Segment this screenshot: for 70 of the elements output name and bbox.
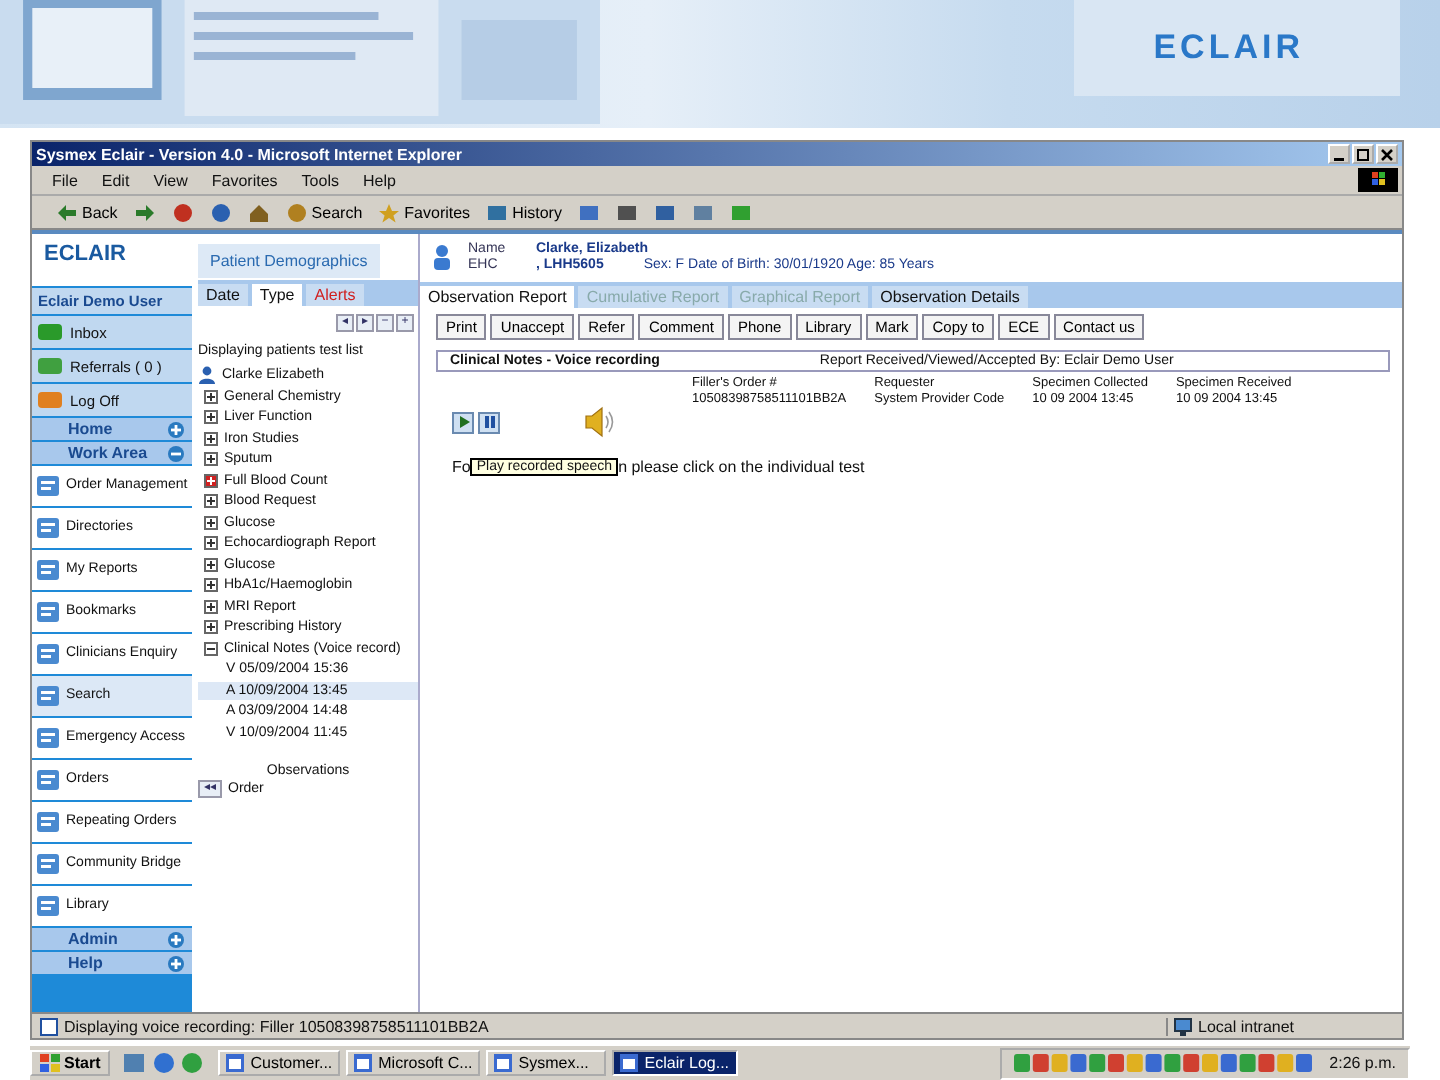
menu-item[interactable]: Help: [362, 171, 396, 189]
taskbar-button[interactable]: Sysmex...: [486, 1050, 607, 1076]
section-header[interactable]: Work Area: [32, 442, 192, 464]
slide-logo: ECLAIR: [1073, 0, 1400, 96]
window-icon: [226, 1054, 245, 1072]
module-icon: [36, 684, 60, 708]
module-icon: [36, 894, 60, 918]
speaker-icon: [584, 406, 616, 438]
maximize-button[interactable]: [1352, 144, 1374, 164]
report-tab[interactable]: Observation Details: [872, 286, 1028, 308]
window-icon: [354, 1054, 373, 1072]
module-icon: [36, 768, 60, 792]
section-header[interactable]: Help: [32, 952, 192, 974]
menu-item[interactable]: Edit: [101, 171, 130, 189]
instruction-text: n please click on the individual test: [618, 458, 865, 476]
close-button[interactable]: [1376, 144, 1398, 164]
module-icon: [36, 516, 60, 540]
pause-button[interactable]: [478, 411, 500, 433]
forward-icon: [133, 201, 156, 223]
module-icon: [36, 642, 60, 666]
report-tab[interactable]: Observation Report: [420, 286, 575, 308]
list-tab[interactable]: Type: [251, 284, 303, 306]
list-tab[interactable]: Date: [198, 284, 248, 306]
pause-icon: [483, 416, 495, 428]
play-icon: [457, 416, 469, 428]
play-button[interactable]: [452, 411, 474, 433]
module-icon: [36, 474, 60, 498]
menu-item[interactable]: Tools: [301, 171, 339, 189]
clock: 2:26 p.m.: [1329, 1054, 1396, 1072]
status-text: Displaying voice recording: Filler 10508398758511101BB2A: [64, 1017, 491, 1035]
patient-icon: [432, 244, 452, 272]
person-icon: [198, 366, 216, 385]
taskbar-button[interactable]: Microsoft C...: [346, 1050, 481, 1076]
window-title: Sysmex Eclair - Version 4.0 - Microsoft Internet Explorer: [36, 145, 464, 163]
taskbar-button[interactable]: Customer...: [218, 1050, 341, 1076]
taskbar-button[interactable]: Eclair Log...: [612, 1050, 738, 1076]
close-icon: [1380, 147, 1394, 161]
security-zone: Local intranet: [1198, 1017, 1295, 1035]
intranet-icon: [1174, 1017, 1192, 1035]
home-icon: [247, 201, 270, 223]
module-icon: [36, 726, 60, 750]
quick-launch-drawing: [124, 1052, 205, 1074]
menu-item[interactable]: File: [52, 171, 78, 189]
section-header[interactable]: Admin: [32, 928, 192, 950]
windows-logo-icon: [40, 1054, 60, 1072]
window-icon: [494, 1054, 513, 1072]
favorites-icon: [378, 201, 401, 223]
instruction-text: Fo: [452, 458, 471, 476]
module-icon: [36, 810, 60, 834]
minimize-button[interactable]: [1328, 144, 1350, 164]
menu-item[interactable]: Favorites: [211, 171, 278, 189]
module-icon: [36, 852, 60, 876]
windows-logo-icon: [1358, 168, 1398, 192]
eclair-logo: ECLAIR: [32, 234, 192, 286]
search-button[interactable]: Search: [281, 201, 367, 223]
stop-icon: [171, 201, 194, 223]
back-button[interactable]: Back: [52, 201, 122, 223]
favorites-button[interactable]: Favorites: [374, 201, 475, 223]
window-icon: [620, 1054, 639, 1072]
header-tab[interactable]: Patient Demographics: [198, 244, 380, 278]
section-header[interactable]: Home: [32, 418, 192, 440]
back-icon: [56, 201, 78, 223]
module-icon: [36, 558, 60, 582]
start-button[interactable]: Start: [30, 1050, 111, 1076]
menu-item[interactable]: View: [153, 171, 188, 189]
list-tab[interactable]: Alerts: [306, 284, 364, 306]
module-icon: [36, 600, 60, 624]
page-icon: [40, 1017, 58, 1035]
history-button[interactable]: History: [482, 201, 566, 223]
maximize-icon: [1356, 147, 1370, 161]
